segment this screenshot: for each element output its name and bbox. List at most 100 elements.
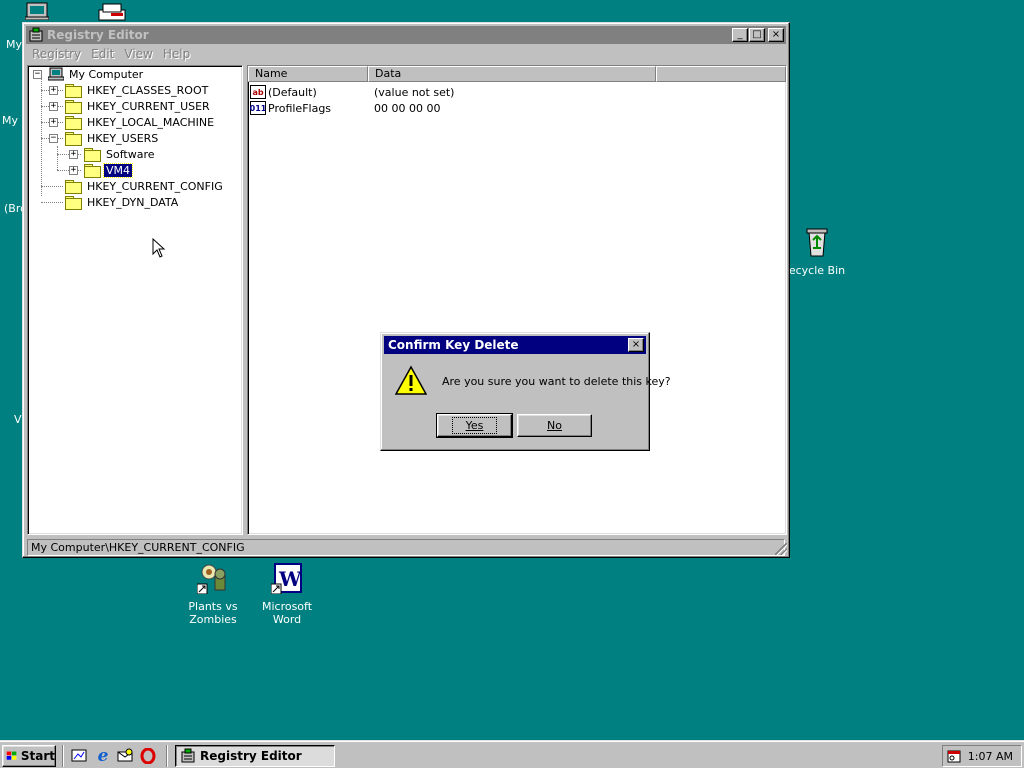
desktop-fragment-1[interactable]: My [6, 38, 22, 51]
desktop-icon-top-left-1[interactable] [22, 2, 52, 23]
menu-bar: Registry Edit View Help [27, 45, 195, 63]
plants-vs-zombies-icon [196, 564, 226, 595]
column-headers: Name Data [248, 66, 786, 82]
minimize-icon: _ [737, 29, 743, 40]
no-button-label: No [547, 419, 562, 432]
tree-node-hkey-current-user[interactable]: HKEY_CURRENT_USER [65, 98, 212, 114]
microsoft-word-shortcut[interactable]: W Microsoft Word [250, 562, 324, 626]
dialog-titlebar[interactable]: Confirm Key Delete × [384, 336, 646, 354]
menu-registry[interactable]: Registry [27, 47, 86, 61]
folder-icon [65, 116, 82, 130]
close-button[interactable]: × [768, 28, 784, 42]
expander-hkcr[interactable]: + [49, 86, 58, 95]
outlook-express-icon[interactable] [116, 747, 134, 765]
taskbar: Start e Registry Editor 1:07 AM [0, 740, 1024, 768]
no-button[interactable]: No [517, 414, 592, 437]
opera-icon[interactable] [139, 747, 157, 765]
taskbar-separator [166, 745, 168, 767]
string-value-icon: ab [250, 85, 266, 99]
tree-label: Software [106, 147, 155, 161]
minimize-button[interactable]: _ [732, 28, 748, 42]
dialog-title: Confirm Key Delete [388, 338, 519, 352]
tree-label: HKEY_CURRENT_USER [87, 99, 210, 113]
recycle-bin-icon-item[interactable]: ecycle Bin [784, 226, 850, 277]
taskbar-button-label: Registry Editor [200, 749, 302, 763]
folder-icon [84, 148, 101, 162]
recycle-bin-label: ecycle Bin [788, 264, 846, 277]
dialog-close-button[interactable]: × [628, 338, 644, 352]
printer-icon [98, 3, 126, 21]
tree-node-hkey-current-config[interactable]: HKEY_CURRENT_CONFIG [65, 178, 225, 194]
value-data: 00 00 00 00 [374, 101, 441, 115]
value-row[interactable]: 011 ProfileFlags 00 00 00 00 [250, 100, 440, 116]
menu-view[interactable]: View [119, 47, 157, 61]
scheduler-icon[interactable] [947, 749, 961, 763]
folder-icon [65, 132, 82, 146]
tree-node-hkey-dyn-data[interactable]: HKEY_DYN_DATA [65, 194, 180, 210]
start-label: Start [20, 749, 55, 763]
tree-node-software[interactable]: Software [84, 146, 157, 162]
tree-label: HKEY_USERS [87, 131, 159, 145]
maximize-icon: □ [752, 29, 762, 40]
microsoft-word-icon: W [270, 563, 302, 595]
dialog-message: Are you sure you want to delete this key… [442, 375, 671, 388]
tree-label: HKEY_CLASSES_ROOT [87, 83, 209, 97]
desktop-fragment-4[interactable]: V [14, 413, 22, 426]
resize-grip[interactable] [775, 543, 787, 555]
tree-node-hkey-classes-root[interactable]: HKEY_CLASSES_ROOT [65, 82, 210, 98]
expander-my-computer[interactable]: − [33, 70, 42, 79]
microsoft-word-label: Microsoft Word [261, 600, 313, 626]
menu-help[interactable]: Help [158, 47, 195, 61]
maximize-button[interactable]: □ [749, 28, 765, 42]
tree-label: HKEY_DYN_DATA [87, 195, 179, 209]
internet-explorer-icon[interactable]: e [94, 746, 112, 766]
plants-vs-zombies-shortcut[interactable]: Plants vs Zombies [176, 562, 250, 626]
my-computer-icon [48, 67, 64, 81]
taskbar-button-registry-editor[interactable]: Registry Editor [175, 745, 335, 767]
system-tray: 1:07 AM [942, 745, 1022, 767]
column-header-filler [656, 66, 786, 82]
plants-vs-zombies-label: Plants vs Zombies [188, 600, 238, 626]
yes-button[interactable]: Yes [436, 413, 513, 438]
show-desktop-icon[interactable] [70, 747, 88, 765]
tree-node-my-computer[interactable]: My Computer [48, 66, 145, 82]
tree-label: HKEY_LOCAL_MACHINE [87, 115, 215, 129]
value-data: (value not set) [374, 85, 455, 99]
status-bar: My Computer\HKEY_CURRENT_CONFIG [27, 539, 785, 556]
value-name: ProfileFlags [268, 101, 332, 115]
confirm-key-delete-dialog: Confirm Key Delete × Are you sure you wa… [380, 332, 671, 451]
recycle-bin-icon [806, 228, 828, 257]
close-icon: × [631, 339, 641, 350]
window-title: Registry Editor [47, 28, 149, 42]
close-icon: × [771, 29, 781, 40]
binary-value-icon: 011 [250, 101, 266, 115]
tree-label-selected: VM4 [102, 162, 134, 178]
expander-software[interactable]: + [69, 150, 78, 159]
expander-vm4[interactable]: + [69, 166, 78, 175]
folder-icon [65, 180, 82, 194]
registry-editor-app-icon [29, 27, 43, 42]
values-pane[interactable]: Name Data ab (Default) (value not set) 0… [247, 65, 787, 535]
tree-node-hkey-local-machine[interactable]: HKEY_LOCAL_MACHINE [65, 114, 216, 130]
folder-icon [84, 164, 101, 178]
expander-hklm[interactable]: + [49, 118, 58, 127]
value-row[interactable]: ab (Default) (value not set) [250, 84, 454, 100]
taskbar-separator [62, 745, 64, 767]
key-tree-pane[interactable]: − My Computer + HKEY_CLASSES_ROOT + HKEY… [27, 65, 243, 535]
registry-editor-task-icon [181, 748, 195, 763]
registry-editor-window: Registry Editor _ □ × Registry Edit View… [22, 22, 790, 558]
menu-edit[interactable]: Edit [86, 47, 119, 61]
tree-node-hkey-users[interactable]: HKEY_USERS [65, 130, 160, 146]
column-header-data[interactable]: Data [368, 66, 656, 82]
svg-text:W: W [278, 567, 302, 591]
expander-hkcu[interactable]: + [49, 102, 58, 111]
clock[interactable]: 1:07 AM [968, 750, 1013, 763]
column-header-name[interactable]: Name [248, 66, 368, 82]
warning-icon [395, 365, 427, 395]
expander-hku[interactable]: − [49, 134, 58, 143]
tree-node-vm4[interactable]: VM4 [84, 162, 134, 178]
computer-icon [24, 2, 50, 21]
registry-editor-titlebar[interactable]: Registry Editor _ □ × [26, 26, 786, 44]
start-button[interactable]: Start [2, 745, 56, 767]
value-name: (Default) [268, 85, 317, 99]
